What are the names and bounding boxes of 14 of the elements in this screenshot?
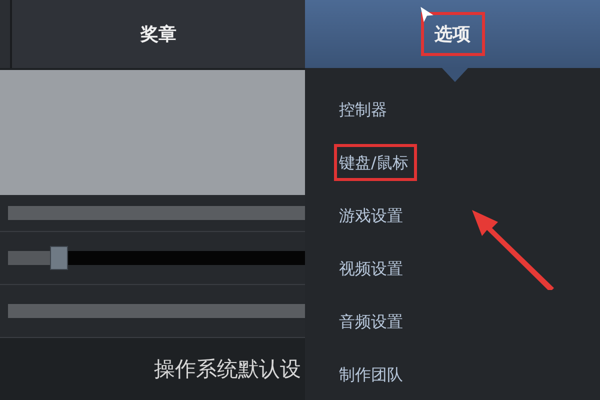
slider-thumb[interactable] <box>50 246 68 270</box>
menu-item[interactable]: 游戏设置 <box>335 202 407 229</box>
slider[interactable] <box>8 246 305 270</box>
tab[interactable]: 选项 <box>305 0 600 68</box>
menu-item[interactable]: 视频设置 <box>335 255 407 282</box>
tab[interactable]: 奖章 <box>10 0 305 68</box>
menu-item[interactable]: 键盘/鼠标 <box>335 149 412 176</box>
arrow-icon <box>470 208 556 290</box>
menu-item[interactable]: 控制器 <box>335 96 391 123</box>
menu-pointer-icon <box>442 68 468 82</box>
menu-item[interactable]: 音频设置 <box>335 308 407 335</box>
device-label: 操作系统默认设 <box>154 356 301 383</box>
cursor-icon <box>420 6 434 23</box>
menu-item[interactable]: 制作团队 <box>335 361 407 388</box>
